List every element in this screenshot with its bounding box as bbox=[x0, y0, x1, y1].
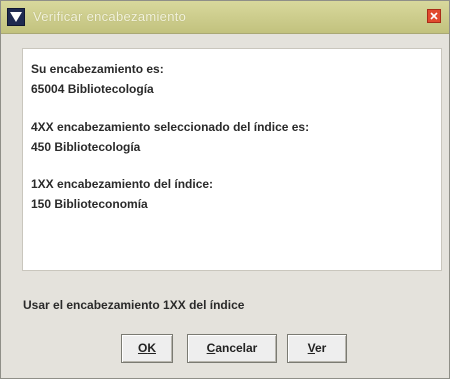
usage-message: Usar el encabezamiento 1XX del índice bbox=[23, 298, 245, 312]
view-label-rest: er bbox=[315, 341, 327, 355]
view-mnemonic: V bbox=[307, 341, 315, 355]
index-heading-label: 1XX encabezamiento del índice: bbox=[31, 177, 214, 191]
heading-label: Su encabezamiento es: bbox=[31, 62, 164, 76]
index-heading-value: 150 Biblioteconomía bbox=[31, 197, 148, 211]
ok-button[interactable]: OK bbox=[121, 334, 173, 363]
view-button[interactable]: Ver bbox=[287, 334, 347, 363]
cancel-mnemonic: C bbox=[206, 341, 216, 355]
title-bar[interactable]: Verificar encabezamiento bbox=[1, 1, 449, 34]
dialog-window: Verificar encabezamiento Su encabezamien… bbox=[0, 0, 450, 379]
index-heading-block: 1XX encabezamiento del índice: 150 Bibli… bbox=[31, 174, 213, 214]
close-icon[interactable] bbox=[427, 9, 441, 23]
cancel-label-rest: ancelar bbox=[215, 341, 258, 355]
app-logo-icon bbox=[7, 8, 25, 26]
selected-heading-label: 4XX encabezamiento seleccionado del índi… bbox=[31, 120, 310, 134]
heading-info-panel: Su encabezamiento es: 65004 Bibliotecolo… bbox=[22, 48, 442, 271]
heading-value: 65004 Bibliotecología bbox=[31, 82, 154, 96]
cancel-button[interactable]: Cancelar bbox=[187, 334, 277, 363]
ok-label-rest: K bbox=[147, 341, 156, 355]
selected-heading-value: 450 Bibliotecología bbox=[31, 140, 141, 154]
ok-mnemonic: O bbox=[137, 341, 148, 355]
selected-heading-block: 4XX encabezamiento seleccionado del índi… bbox=[31, 117, 309, 157]
window-title: Verificar encabezamiento bbox=[33, 9, 187, 24]
heading-block: Su encabezamiento es: 65004 Bibliotecolo… bbox=[31, 59, 164, 99]
